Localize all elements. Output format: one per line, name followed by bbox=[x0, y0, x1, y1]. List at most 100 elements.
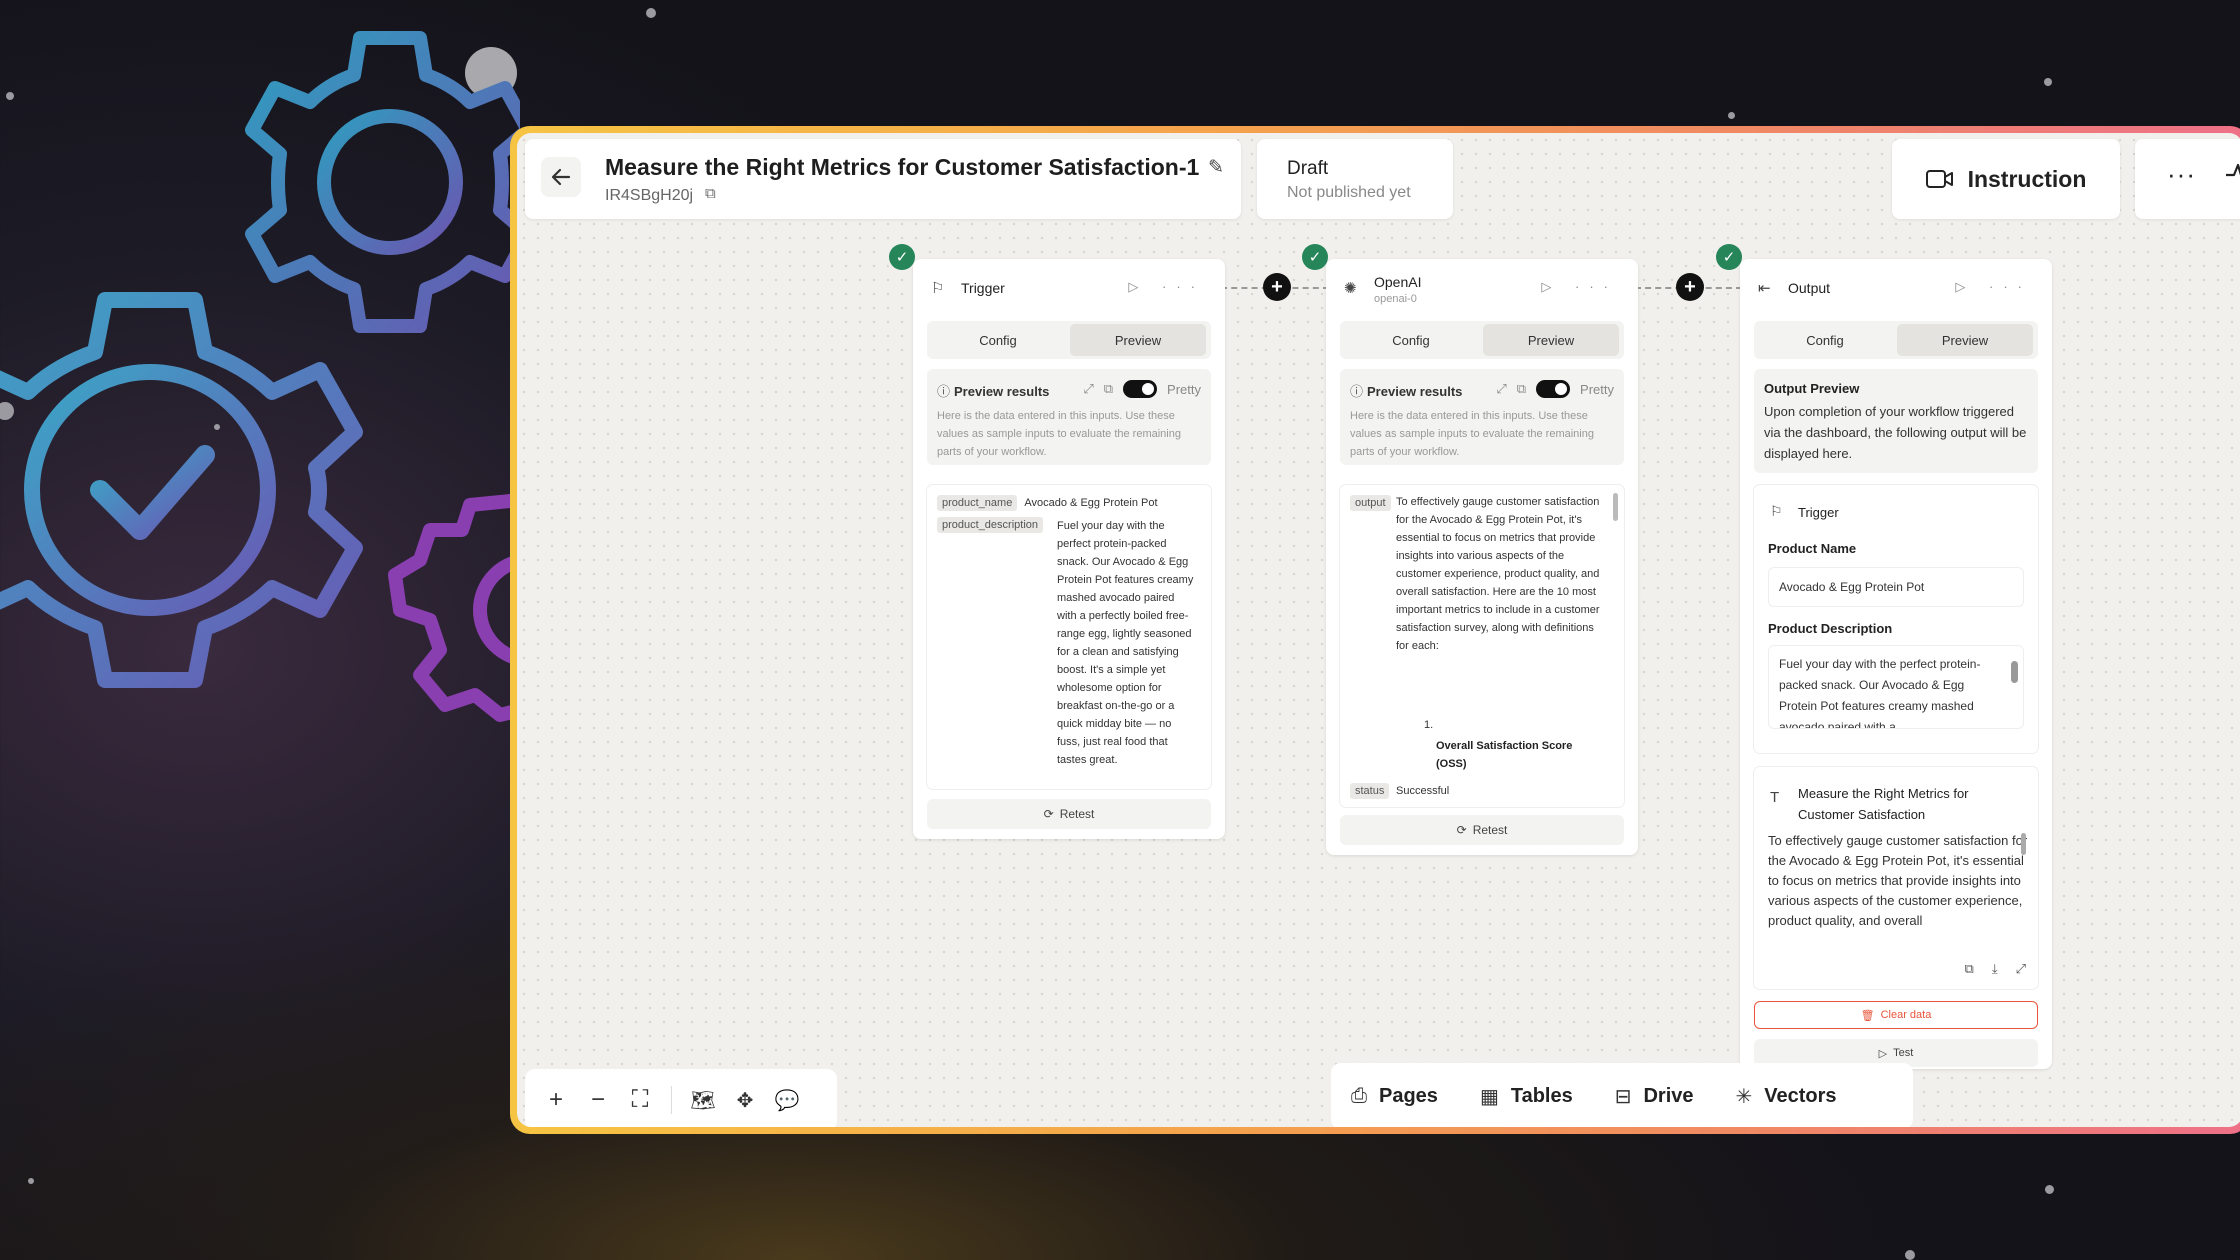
scrollbar-thumb[interactable] bbox=[1613, 493, 1618, 521]
data-key: status bbox=[1350, 783, 1390, 799]
data-row: product_name Avocado & Egg Protein Pot bbox=[937, 495, 1158, 511]
preview-description: Here is the data entered in this inputs.… bbox=[937, 410, 1181, 458]
refresh-icon: ⟳ bbox=[1456, 823, 1467, 837]
tab-preview[interactable]: Preview bbox=[1070, 324, 1206, 356]
zoom-in-icon[interactable]: + bbox=[535, 1079, 577, 1121]
copy-icon[interactable]: ⧉ bbox=[1104, 381, 1113, 397]
back-button[interactable] bbox=[541, 157, 581, 197]
node-header: ⇤ Output ▷ ··· bbox=[1758, 277, 2038, 307]
preview-data-box: output To effectively gauge customer sat… bbox=[1340, 485, 1624, 807]
data-row: product_description bbox=[937, 517, 1044, 533]
retest-button[interactable]: ⟳ Retest bbox=[927, 799, 1211, 829]
node-actions[interactable]: ▷ ··· bbox=[1128, 279, 1205, 295]
document-text: To effectively gauge customer satisfacti… bbox=[1768, 833, 2028, 928]
background-star bbox=[2045, 1185, 2054, 1194]
add-node-button[interactable]: + bbox=[1263, 273, 1291, 301]
comment-icon[interactable]: 💬 bbox=[766, 1079, 808, 1121]
download-icon[interactable]: ⤓ bbox=[1992, 961, 1998, 977]
node-actions[interactable]: ▷ ··· bbox=[1541, 279, 1618, 295]
retest-button[interactable]: ⟳ Retest bbox=[1340, 815, 1624, 845]
trigger-output-card: ⚐ Trigger Product Name Avocado & Egg Pro… bbox=[1754, 485, 2038, 753]
text-type-icon: T bbox=[1770, 789, 1780, 806]
preview-tools: ⤢ ⧉ Pretty bbox=[1083, 380, 1201, 398]
product-name-field[interactable]: Avocado & Egg Protein Pot bbox=[1768, 567, 2024, 607]
clear-data-label: Clear data bbox=[1880, 1009, 1932, 1021]
vectors-label: Vectors bbox=[1764, 1084, 1837, 1107]
tables-button[interactable]: ▦ Tables bbox=[1480, 1084, 1573, 1109]
minimap-icon[interactable]: 🗺 bbox=[682, 1079, 724, 1121]
node-tabs: Config Preview bbox=[1340, 321, 1624, 359]
pretty-toggle[interactable] bbox=[1536, 380, 1571, 398]
drive-icon: ⊟ bbox=[1614, 1085, 1632, 1108]
canvas-toolbar: + − ⛶ 🗺 ✥ 💬 bbox=[525, 1069, 837, 1127]
edit-pencil-icon[interactable]: ✎ bbox=[1208, 156, 1224, 179]
flag-icon: ⚐ bbox=[931, 280, 945, 297]
data-key: output bbox=[1350, 495, 1391, 511]
move-icon[interactable]: ✥ bbox=[724, 1079, 766, 1121]
copy-icon[interactable]: ⧉ bbox=[1965, 961, 1974, 977]
node-id: openai-0 bbox=[1374, 293, 1417, 305]
node-actions[interactable]: ▷ ··· bbox=[1955, 279, 2032, 295]
instruction-button[interactable]: Instruction bbox=[1892, 139, 2120, 219]
data-key: product_description bbox=[937, 517, 1044, 533]
zoom-out-icon[interactable]: − bbox=[577, 1079, 619, 1121]
expand-icon[interactable]: ⤢ bbox=[1496, 381, 1506, 397]
openai-node[interactable]: ✺ OpenAI openai-0 ▷ ··· Config Preview ⓘ… bbox=[1326, 259, 1638, 855]
preview-title-text: Preview results bbox=[1367, 384, 1463, 399]
preview-results-box: ⓘ Preview results ⤢ ⧉ Pretty Here is the … bbox=[927, 369, 1211, 465]
add-node-button[interactable]: + bbox=[1676, 273, 1704, 301]
node-name: OpenAI bbox=[1374, 274, 1422, 290]
output-text: To effectively gauge customer satisfacti… bbox=[1396, 496, 1600, 652]
pages-button[interactable]: ⎙ Pages bbox=[1351, 1085, 1438, 1108]
output-preview-description: Upon completion of your workflow trigger… bbox=[1764, 404, 2027, 461]
expand-icon[interactable]: ⤢ bbox=[1083, 381, 1093, 397]
drive-button[interactable]: ⊟ Drive bbox=[1615, 1084, 1694, 1109]
data-value: Fuel your day with the perfect protein-p… bbox=[1057, 520, 1194, 766]
publish-status-card[interactable]: Draft Not published yet bbox=[1257, 139, 1453, 219]
scrollbar-thumb[interactable] bbox=[2011, 661, 2018, 683]
instruction-label: Instruction bbox=[1967, 165, 2087, 192]
drive-label: Drive bbox=[1643, 1084, 1694, 1107]
flag-icon: ⚐ bbox=[1770, 503, 1783, 519]
tab-config[interactable]: Config bbox=[1757, 324, 1893, 356]
pages-label: Pages bbox=[1379, 1084, 1438, 1107]
fit-screen-icon[interactable]: ⛶ bbox=[619, 1079, 661, 1121]
arrow-left-icon bbox=[551, 168, 571, 186]
output-preview-box: Output Preview Upon completion of your w… bbox=[1754, 369, 2038, 473]
background-star bbox=[1905, 1250, 1915, 1260]
output-node[interactable]: ⇤ Output ▷ ··· Config Preview Output Pre… bbox=[1740, 259, 2052, 1069]
preview-title-text: Preview results bbox=[954, 384, 1050, 399]
list-number: 1. bbox=[1424, 719, 1434, 731]
pretty-toggle[interactable] bbox=[1123, 380, 1158, 398]
tab-config[interactable]: Config bbox=[930, 324, 1066, 356]
copy-icon[interactable]: ⧉ bbox=[705, 185, 716, 202]
openai-logo-icon: ✺ bbox=[1344, 280, 1357, 297]
scrollbar-thumb[interactable] bbox=[2021, 833, 2026, 855]
vectors-button[interactable]: ✳ Vectors bbox=[1736, 1084, 1837, 1109]
tables-label: Tables bbox=[1510, 1084, 1573, 1107]
tab-preview[interactable]: Preview bbox=[1483, 324, 1619, 356]
more-options-icon[interactable]: ··· bbox=[2167, 159, 2196, 190]
more-actions-card: ··· bbox=[2135, 139, 2240, 219]
tab-preview[interactable]: Preview bbox=[1897, 324, 2033, 356]
product-description-field[interactable]: Fuel your day with the perfect protein-p… bbox=[1768, 645, 2024, 729]
info-icon: ⓘ bbox=[1350, 384, 1364, 399]
copy-icon[interactable]: ⧉ bbox=[1517, 381, 1526, 397]
preview-data-box: product_name Avocado & Egg Protein Pot p… bbox=[927, 485, 1211, 789]
printer-icon: ⎙ bbox=[1351, 1084, 1367, 1107]
toolbar-divider bbox=[671, 1086, 672, 1114]
test-label: Test bbox=[1893, 1047, 1914, 1059]
node-header: ⚐ Trigger ▷ ··· bbox=[931, 277, 1211, 307]
tab-config[interactable]: Config bbox=[1343, 324, 1479, 356]
clear-data-button[interactable]: 🗑 Clear data bbox=[1754, 1001, 2038, 1029]
workflow-canvas[interactable]: Measure the Right Metrics for Customer S… bbox=[517, 133, 2240, 1127]
play-icon: ▷ bbox=[1878, 1047, 1888, 1060]
resources-toolbar: ⎙ Pages ▦ Tables ⊟ Drive ✳ Vectors bbox=[1331, 1063, 1913, 1127]
document-title: Measure the Right Metrics for Customer S… bbox=[1798, 786, 1969, 822]
trigger-node[interactable]: ⚐ Trigger ▷ ··· Config Preview ⓘ Preview … bbox=[913, 259, 1225, 839]
activity-pulse-icon[interactable] bbox=[2225, 159, 2240, 189]
expand-icon[interactable]: ⤢ bbox=[2016, 961, 2026, 977]
pretty-label: Pretty bbox=[1580, 381, 1614, 397]
trash-icon: 🗑 bbox=[1860, 1009, 1875, 1022]
info-icon: ⓘ bbox=[937, 384, 951, 399]
